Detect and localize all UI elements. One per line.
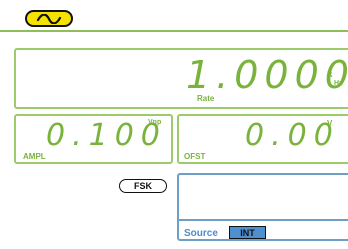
- fsk-button[interactable]: FSK: [119, 179, 167, 193]
- amplitude-panel[interactable]: 0.100 Vpp AMPL: [14, 114, 173, 164]
- source-label: Source: [184, 228, 218, 239]
- frequency-unit: Hz: [334, 80, 343, 87]
- top-divider: [0, 30, 348, 32]
- offset-unit: V: [327, 119, 333, 128]
- frequency-panel[interactable]: 1.0000 k Hz Rate: [14, 48, 348, 109]
- waveform-button[interactable]: [25, 10, 73, 27]
- source-panel: Source INT: [177, 173, 348, 241]
- frequency-value: 1.0000: [186, 53, 348, 97]
- source-int-button[interactable]: INT: [229, 226, 266, 239]
- amplitude-label: AMPL: [23, 152, 46, 161]
- frequency-unit-prefix: k: [328, 70, 333, 79]
- sine-wave-icon: [36, 13, 62, 24]
- offset-value: 0.00: [245, 118, 340, 153]
- offset-label: OFST: [184, 152, 206, 161]
- amplitude-unit: Vpp: [148, 119, 162, 126]
- frequency-label: Rate: [197, 94, 215, 103]
- offset-panel[interactable]: 0.00 V OFST: [177, 114, 348, 164]
- source-divider: [179, 219, 348, 221]
